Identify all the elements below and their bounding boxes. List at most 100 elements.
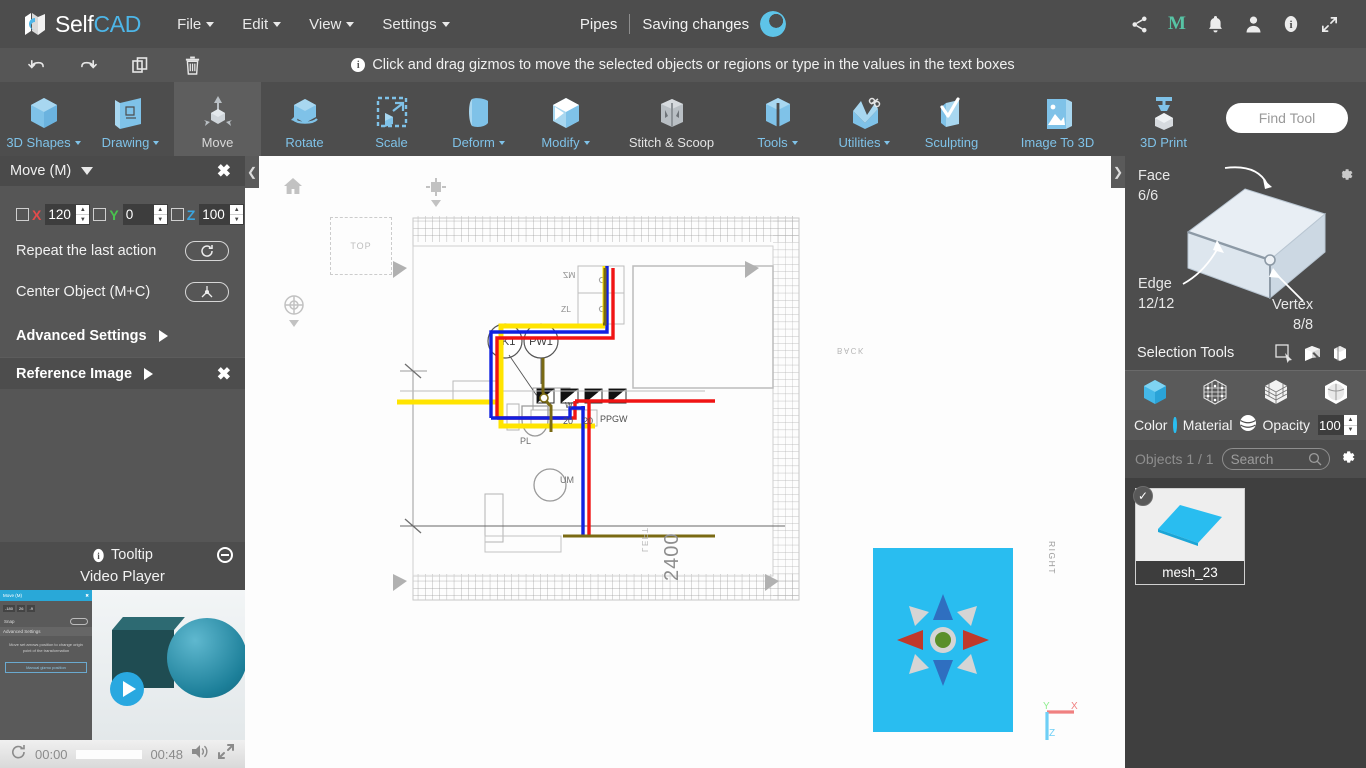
saving-spinner-icon xyxy=(760,11,787,37)
info-icon[interactable]: i xyxy=(1272,5,1310,43)
svg-text:20: 20 xyxy=(583,416,593,426)
x-stepper[interactable]: ▲ ▼ xyxy=(76,205,90,224)
sculpting-icon xyxy=(932,93,972,133)
copy-button[interactable] xyxy=(114,48,166,82)
chevron-down-icon[interactable] xyxy=(81,167,94,175)
menu-file[interactable]: File xyxy=(163,12,228,37)
z-value-field[interactable]: ▲▼ xyxy=(199,204,245,225)
tool-move[interactable]: Move xyxy=(174,82,261,156)
orientation-label-back: BACK xyxy=(837,346,865,355)
redo-button[interactable] xyxy=(62,48,114,82)
tool-drawing[interactable]: Drawing xyxy=(87,82,174,156)
tool-rotate[interactable]: Rotate xyxy=(261,82,348,156)
menu-settings[interactable]: Settings xyxy=(368,12,463,37)
menu-view[interactable]: View xyxy=(295,12,368,37)
opacity-stepper-up[interactable]: ▲ xyxy=(1344,415,1357,426)
video-player-title: Video Player xyxy=(80,568,165,585)
z-stepper[interactable]: ▲ ▼ xyxy=(230,205,244,224)
x-stepper-down[interactable]: ▼ xyxy=(76,215,89,224)
selection-mode-row xyxy=(1125,370,1366,410)
quick-tools xyxy=(0,48,250,82)
z-stepper-down[interactable]: ▼ xyxy=(230,215,243,224)
lasso-select-icon[interactable] xyxy=(1326,343,1354,363)
opacity-stepper-down[interactable]: ▼ xyxy=(1344,426,1357,436)
z-stepper-up[interactable]: ▲ xyxy=(230,205,244,215)
x-axis-checkbox[interactable] xyxy=(16,208,29,221)
menu-edit[interactable]: Edit xyxy=(228,12,295,37)
reference-image-close-icon[interactable]: ✖ xyxy=(217,365,231,382)
volume-icon[interactable] xyxy=(191,744,209,764)
advanced-settings-toggle[interactable]: Advanced Settings xyxy=(0,319,245,353)
y-stepper-down[interactable]: ▼ xyxy=(154,215,167,224)
tool-sculpting[interactable]: Sculpting xyxy=(908,82,995,156)
video-panel-snap-label: Snap xyxy=(4,619,15,624)
object-mode-icon[interactable] xyxy=(1141,377,1169,405)
z-axis-checkbox[interactable] xyxy=(170,208,184,221)
x-stepper-up[interactable]: ▲ xyxy=(76,205,90,215)
video-progress-bar[interactable] xyxy=(75,749,143,759)
collapse-right-panel-button[interactable]: ❯ xyxy=(1111,156,1125,188)
share-icon[interactable] xyxy=(1120,5,1158,43)
object-search-input[interactable]: Search xyxy=(1221,448,1330,470)
tool-3d-shapes[interactable]: 3D Shapes xyxy=(0,82,87,156)
material-icon[interactable] xyxy=(1239,414,1257,437)
y-stepper-up[interactable]: ▲ xyxy=(153,205,167,215)
object-selected-check-icon[interactable]: ✓ xyxy=(1133,486,1153,506)
y-stepper[interactable]: ▲ ▼ xyxy=(153,205,167,224)
selection-info-diagram: Face 6/6 Edge 12/12 Vertex 8/8 xyxy=(1125,156,1366,336)
video-fullscreen-icon[interactable] xyxy=(217,743,235,765)
y-input[interactable] xyxy=(123,205,154,224)
collapse-left-panel-button[interactable]: ❮ xyxy=(245,156,259,188)
color-swatch[interactable] xyxy=(1173,417,1177,433)
left-panel: Move (M) ✖ X ▲▼ Y xyxy=(0,156,245,768)
play-button[interactable] xyxy=(110,672,144,706)
rectangle-select-icon[interactable] xyxy=(1270,343,1298,363)
video-replay-icon[interactable] xyxy=(10,744,27,765)
tool-stitch-scoop[interactable]: Stitch & Scoop xyxy=(609,82,734,156)
move-gizmo[interactable] xyxy=(883,580,1003,700)
opacity-stepper[interactable]: ▲ ▼ xyxy=(1344,415,1357,435)
fullscreen-icon[interactable] xyxy=(1310,5,1348,43)
viewport-canvas[interactable]: TOP ZM ZL PL UM PK1 PW1 20 20 PPGW W RIG… xyxy=(245,156,1125,768)
delete-button[interactable] xyxy=(166,48,218,82)
chevron-down-icon xyxy=(153,141,160,146)
z-input[interactable] xyxy=(200,205,231,224)
tool-scale[interactable]: Scale xyxy=(348,82,435,156)
undo-button[interactable] xyxy=(10,48,62,82)
refresh-icon xyxy=(201,244,213,257)
repeat-last-action-button[interactable] xyxy=(185,240,229,261)
list-item[interactable]: ✓ mesh_23 xyxy=(1133,486,1245,585)
notifications-bell-icon[interactable] xyxy=(1196,5,1234,43)
edge-count: 12/12 xyxy=(1138,295,1175,312)
tool-deform[interactable]: Deform xyxy=(435,82,522,156)
user-account-icon[interactable] xyxy=(1234,5,1272,43)
tool-3d-print[interactable]: 3D Print xyxy=(1120,82,1207,156)
opacity-input[interactable] xyxy=(1318,415,1344,435)
app-logo[interactable]: SelfCAD xyxy=(22,11,141,38)
tool-tools[interactable]: Tools xyxy=(734,82,821,156)
vertex-mode-icon[interactable] xyxy=(1201,377,1229,405)
find-tool-input[interactable]: Find Tool xyxy=(1226,103,1348,133)
tool-modify[interactable]: Modify xyxy=(522,82,609,156)
x-input[interactable] xyxy=(46,205,77,224)
video-player[interactable]: Move (M) ✖ -180 26 -9 Snap Advanced Setti… xyxy=(0,590,245,740)
video-panel-gizmo-button: Manual gizmo position xyxy=(5,662,87,673)
y-axis-checkbox[interactable] xyxy=(93,208,107,221)
svg-text:X: X xyxy=(1071,701,1078,712)
center-object-button[interactable] xyxy=(185,281,229,302)
m-brand-icon[interactable]: M xyxy=(1158,5,1196,43)
collapse-tooltip-icon[interactable] xyxy=(217,547,233,563)
y-value-field[interactable]: ▲▼ xyxy=(122,204,168,225)
x-value-field[interactable]: ▲▼ xyxy=(45,204,91,225)
tool-sculpting-label: Sculpting xyxy=(924,134,979,150)
edge-mode-icon[interactable] xyxy=(1322,377,1350,405)
reference-image-section[interactable]: Reference Image ✖ xyxy=(0,357,245,389)
document-name[interactable]: Pipes xyxy=(580,16,618,33)
paint-select-icon[interactable] xyxy=(1298,343,1326,363)
tool-utilities[interactable]: Utilities xyxy=(821,82,908,156)
close-icon[interactable]: ✖ xyxy=(217,163,231,180)
face-mode-icon[interactable] xyxy=(1262,377,1290,405)
tool-image-to-3d[interactable]: Image To 3D xyxy=(995,82,1120,156)
opacity-field[interactable]: ▲▼ xyxy=(1318,415,1357,435)
objects-settings-gear-icon[interactable] xyxy=(1338,448,1356,471)
